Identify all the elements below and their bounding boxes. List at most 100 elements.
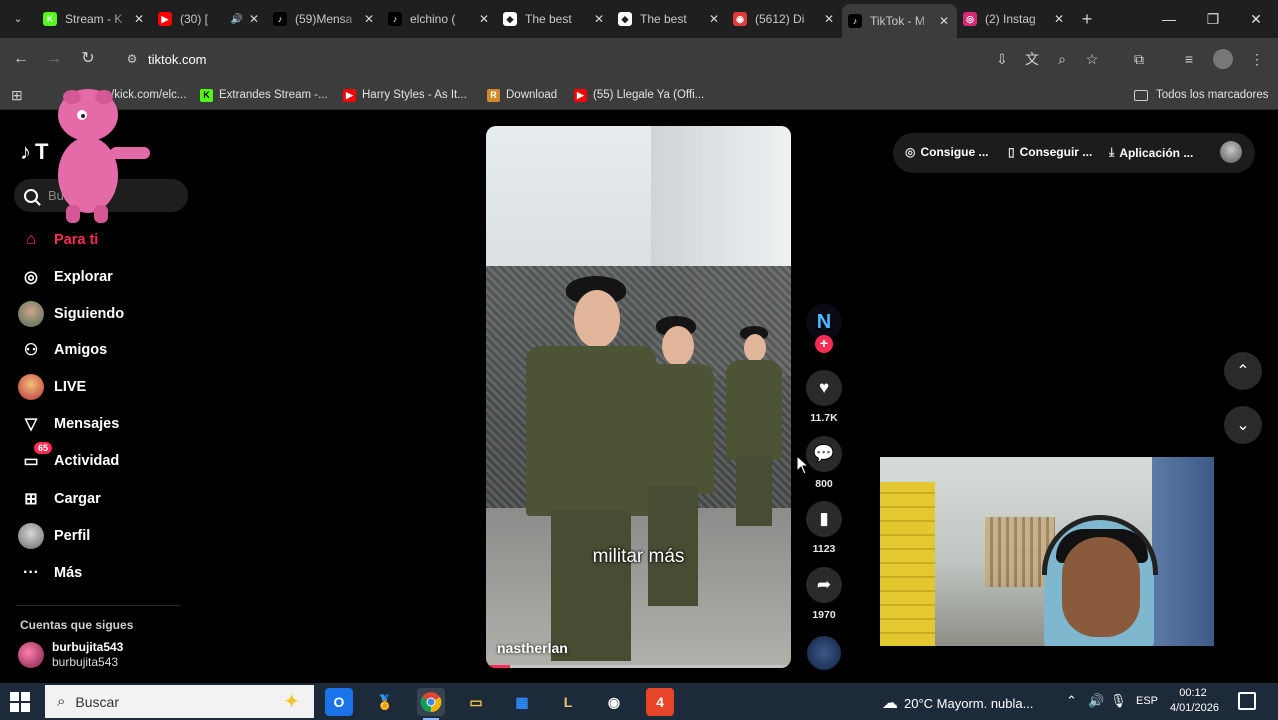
- follow-plus-button[interactable]: +: [815, 335, 833, 353]
- video-progress-bar[interactable]: [486, 665, 791, 668]
- sidebar-item-live[interactable]: LIVE: [18, 373, 86, 401]
- user-avatar[interactable]: [1220, 141, 1242, 163]
- bookmark-item[interactable]: K Extrandes Stream -...: [200, 86, 328, 104]
- bookmark-star-icon[interactable]: ☆: [1082, 49, 1102, 69]
- league-app-icon[interactable]: L: [554, 688, 582, 716]
- sidebar-item-messages[interactable]: ▽ Mensajes: [18, 410, 119, 438]
- browser-tab[interactable]: ♪ (59)Mensa ✕: [267, 6, 382, 32]
- heart-icon[interactable]: ♥: [806, 370, 842, 406]
- bookmark-icon[interactable]: ▮: [806, 501, 842, 537]
- close-tab-icon[interactable]: ✕: [707, 12, 721, 26]
- browser-tab[interactable]: ◆ The best ✕: [497, 6, 612, 32]
- music-disc-icon[interactable]: [807, 636, 841, 670]
- close-tab-icon[interactable]: ✕: [1052, 12, 1066, 26]
- browser-tab[interactable]: ◉ (5612) Di ✕: [727, 6, 842, 32]
- bookmark-item[interactable]: R Download: [487, 86, 557, 104]
- sidebar-item-label: LIVE: [54, 379, 87, 395]
- chrome-app-icon[interactable]: [417, 688, 445, 720]
- bookmark-item[interactable]: ▶ (55) Llegale Ya (Offi...: [574, 86, 704, 104]
- notifications-icon[interactable]: [1238, 692, 1256, 710]
- store-app-icon[interactable]: ▦: [508, 688, 536, 716]
- share-count: 1970: [812, 609, 836, 621]
- browser-tab[interactable]: ◆ The best ✕: [612, 6, 727, 32]
- sidebar-item-home[interactable]: ⌂ Para ti: [18, 226, 98, 254]
- sidebar-item-friends[interactable]: ⚇ Amigos: [18, 336, 107, 364]
- close-tab-icon[interactable]: ✕: [937, 14, 951, 28]
- previous-video-button[interactable]: ⌃: [1224, 352, 1262, 390]
- obs-app-icon[interactable]: ◉: [600, 688, 628, 716]
- tiktok-logo[interactable]: ♪ T: [20, 139, 48, 165]
- apps-grid-icon[interactable]: ⊞: [11, 86, 23, 104]
- browser-tab[interactable]: K Stream - K ✕: [37, 6, 152, 32]
- get-coins-button[interactable]: ◎ Consigue ...: [905, 145, 989, 159]
- comment-action[interactable]: 💬 800: [806, 436, 842, 490]
- sidebar-item-compass[interactable]: ◎ Explorar: [18, 263, 113, 291]
- taskbar-search[interactable]: ⌕ Buscar ✦: [45, 685, 314, 718]
- close-tab-icon[interactable]: ✕: [362, 12, 376, 26]
- extensions-icon[interactable]: ⧉: [1129, 49, 1149, 69]
- tab-audio-icon[interactable]: 🔊: [231, 14, 243, 25]
- share-icon[interactable]: ➦: [806, 567, 842, 603]
- tray-chevron-icon[interactable]: ⌃: [1066, 693, 1077, 709]
- sidebar-item-label: Explorar: [54, 269, 113, 285]
- sidebar-item-following-avatar[interactable]: Siguiendo: [18, 300, 124, 328]
- language-indicator[interactable]: ESP: [1136, 695, 1158, 707]
- browser-menu-icon[interactable]: ⋮: [1247, 49, 1267, 69]
- clock[interactable]: 00:12 4/01/2026: [1170, 686, 1219, 716]
- all-bookmarks-button[interactable]: Todos los marcadores: [1134, 86, 1269, 104]
- close-window-button[interactable]: ✕: [1241, 8, 1271, 30]
- back-button[interactable]: ←: [10, 48, 32, 70]
- microphone-icon[interactable]: 🎙: [1110, 693, 1127, 709]
- file-explorer-icon[interactable]: ▭: [462, 688, 490, 716]
- browser-tab[interactable]: ♪ TikTok - M ✕: [842, 4, 957, 38]
- browser-tab[interactable]: ◎ (2) Instag ✕: [957, 6, 1072, 32]
- reload-button[interactable]: ↻: [77, 48, 99, 70]
- zoom-icon[interactable]: ⌕: [1052, 49, 1072, 69]
- save-action[interactable]: ▮ 1123: [806, 501, 842, 555]
- address-bar[interactable]: ⚙ tiktok.com: [112, 43, 972, 75]
- close-tab-icon[interactable]: ✕: [247, 12, 261, 26]
- sidebar-item-activity[interactable]: ▭ 65 Actividad: [18, 442, 119, 475]
- weather-widget[interactable]: ☁ 20°C Mayorm. nubla...: [882, 693, 1033, 713]
- close-tab-icon[interactable]: ✕: [822, 12, 836, 26]
- all-bookmarks-label: Todos los marcadores: [1156, 89, 1269, 101]
- tab-search-icon[interactable]: ⌄: [8, 9, 28, 29]
- get-app-button[interactable]: ▯ Conseguir ...: [1008, 145, 1092, 159]
- translate-icon[interactable]: 文: [1022, 49, 1042, 69]
- site-info-icon[interactable]: ⚙: [120, 52, 144, 66]
- sidebar-item-more[interactable]: ··· Más: [18, 559, 82, 587]
- tab-title: (59)Mensa: [295, 12, 353, 26]
- get-coins-label: Consigue ...: [920, 145, 989, 159]
- download-app-button[interactable]: ⤓ Aplicación ...: [1109, 145, 1193, 160]
- video-author[interactable]: nastherlan: [497, 640, 568, 656]
- medal-app-icon[interactable]: 🏅: [371, 688, 399, 716]
- download-icon: ⤓: [1109, 145, 1115, 159]
- following-account-item[interactable]: burbujita543 burbujita543: [18, 640, 123, 670]
- restore-button[interactable]: ❐: [1198, 8, 1228, 30]
- coin-icon: ◎: [905, 145, 916, 159]
- clock-time: 00:12: [1179, 687, 1207, 699]
- app-four-icon[interactable]: 4: [646, 688, 674, 716]
- close-tab-icon[interactable]: ✕: [477, 12, 491, 26]
- sidebar-item-profile[interactable]: Perfil: [18, 522, 90, 550]
- next-video-button[interactable]: ⌄: [1224, 406, 1262, 444]
- share-action[interactable]: ➦ 1970: [806, 567, 842, 621]
- install-app-icon[interactable]: ⇩: [992, 49, 1012, 69]
- outlook-app-icon[interactable]: O: [325, 688, 353, 716]
- media-controls-icon[interactable]: ≡: [1179, 49, 1199, 69]
- sidebar-item-upload[interactable]: ⊞ Cargar: [18, 485, 100, 513]
- bookmark-item[interactable]: ▶ Harry Styles - As It...: [343, 86, 467, 104]
- close-tab-icon[interactable]: ✕: [592, 12, 606, 26]
- like-action[interactable]: ♥ 11.7K: [806, 370, 842, 424]
- browser-tab[interactable]: ▶ (30) [🔊 ✕: [152, 6, 267, 32]
- volume-icon[interactable]: 🔊: [1088, 693, 1104, 709]
- video-player[interactable]: militar más nastherlan: [486, 126, 791, 668]
- browser-tab[interactable]: ♪ elchino (✕: [382, 6, 497, 32]
- close-tab-icon[interactable]: ✕: [132, 12, 146, 26]
- forward-button[interactable]: →: [43, 48, 65, 70]
- minimize-button[interactable]: —: [1154, 8, 1184, 30]
- new-tab-button[interactable]: +: [1077, 9, 1097, 29]
- comment-icon[interactable]: 💬: [806, 436, 842, 472]
- profile-avatar-icon[interactable]: [1213, 49, 1233, 69]
- start-button[interactable]: [10, 692, 30, 712]
